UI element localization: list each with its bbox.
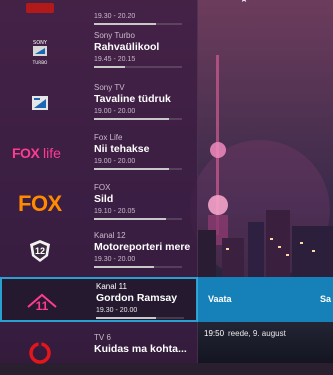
svg-text:12: 12: [34, 246, 44, 256]
progress-fill: [94, 266, 154, 268]
epg-channel-panel: 19.30 - 20.20 ★ SONY TURBO Sony Turbo Ra…: [0, 0, 248, 364]
progress-bar: [94, 168, 182, 170]
progress-fill: [94, 66, 125, 68]
program-title: Tavaline tüdruk: [94, 93, 171, 105]
program-time: 19.00 - 20.00: [94, 108, 136, 115]
svg-text:TURBO: TURBO: [31, 60, 47, 65]
program-title: Rahvaülikool: [94, 41, 160, 53]
channel-row[interactable]: 19.30 - 20.20 ★: [0, 0, 248, 30]
progress-fill: [94, 23, 156, 25]
fox-logo-icon: FOX: [0, 180, 79, 225]
program-title: Gordon Ramsay: [96, 292, 178, 304]
channel-row-sony-turbo[interactable]: SONY TURBO Sony Turbo Rahvaülikool 19.45…: [0, 28, 198, 73]
svg-text:SONY: SONY: [33, 40, 48, 46]
program-time: 19.30 - 20.00: [96, 307, 138, 314]
channel-row-sony-tv[interactable]: Sony TV Tavaline tüdruk 19.00 - 20.00: [0, 80, 198, 125]
program-time: 19.00 - 20.00: [94, 158, 136, 165]
svg-text:11: 11: [35, 299, 48, 313]
current-date: reede, 9. august: [228, 329, 286, 338]
channel-name: Fox Life: [94, 133, 123, 142]
progress-bar: [94, 66, 182, 68]
program-title: Motoreporteri mere: [94, 241, 191, 253]
channel-name: Sony TV: [94, 83, 125, 92]
program-title: Sild: [94, 193, 114, 205]
program-time: 19.30 - 20.00: [94, 256, 136, 263]
program-title: Nii tehakse: [94, 143, 150, 155]
sony-tv-logo-icon: [0, 80, 79, 125]
next-action-button-cropped[interactable]: Sa: [320, 294, 331, 304]
svg-text:life: life: [43, 145, 61, 161]
program-time: 19.10 - 20.05: [94, 208, 136, 215]
watch-button[interactable]: Vaata: [208, 294, 232, 304]
program-time: 19.45 - 20.15: [94, 56, 136, 63]
channel-row-kanal-12[interactable]: 12 Kanal 12 Motoreporteri mere 19.30 - 2…: [0, 228, 198, 273]
progress-bar: [94, 218, 182, 220]
channel-row-fox-life[interactable]: FOX life Fox Life Nii tehakse 19.00 - 20…: [0, 130, 198, 175]
progress-bar: [94, 266, 182, 268]
program-title: Kuidas ma kohta...: [94, 343, 187, 355]
channel-row-tv6[interactable]: TV 6 Kuidas ma kohta...: [0, 330, 198, 375]
channel-name: Kanal 12: [94, 231, 126, 240]
favorite-star-icon: ★: [240, 0, 248, 5]
progress-bar: [94, 23, 182, 25]
svg-text:FOX: FOX: [18, 192, 63, 214]
progress-fill: [94, 118, 169, 120]
channel-name: Sony Turbo: [94, 31, 135, 40]
progress-bar: [96, 317, 184, 319]
channel-name: Kanal 11: [96, 282, 127, 291]
program-action-bar: Vaata Sa: [198, 277, 333, 322]
fox-life-logo-icon: FOX life: [0, 130, 79, 175]
svg-text:FOX: FOX: [12, 145, 40, 161]
channel-name: TV 6: [94, 333, 111, 342]
sony-turbo-logo-icon: SONY TURBO: [0, 28, 79, 73]
channel-row-kanal-11-selected[interactable]: 11 Kanal 11 Gordon Ramsay 19.30 - 20.00: [0, 277, 198, 322]
channel-row-fox[interactable]: FOX FOX Sild 19.10 - 20.05: [0, 180, 198, 225]
current-time: 19:50: [204, 329, 225, 338]
progress-fill: [96, 317, 156, 319]
tv-logo-cropped-icon: [0, 0, 79, 30]
tv6-logo-icon: [0, 330, 79, 375]
program-time: 19.30 - 20.20: [94, 13, 136, 20]
kanal-12-logo-icon: 12: [0, 228, 79, 273]
kanal-11-logo-icon: 11: [2, 279, 81, 324]
channel-name: FOX: [94, 183, 111, 192]
progress-fill: [94, 168, 169, 170]
progress-bar: [94, 118, 182, 120]
progress-fill: [94, 218, 167, 220]
